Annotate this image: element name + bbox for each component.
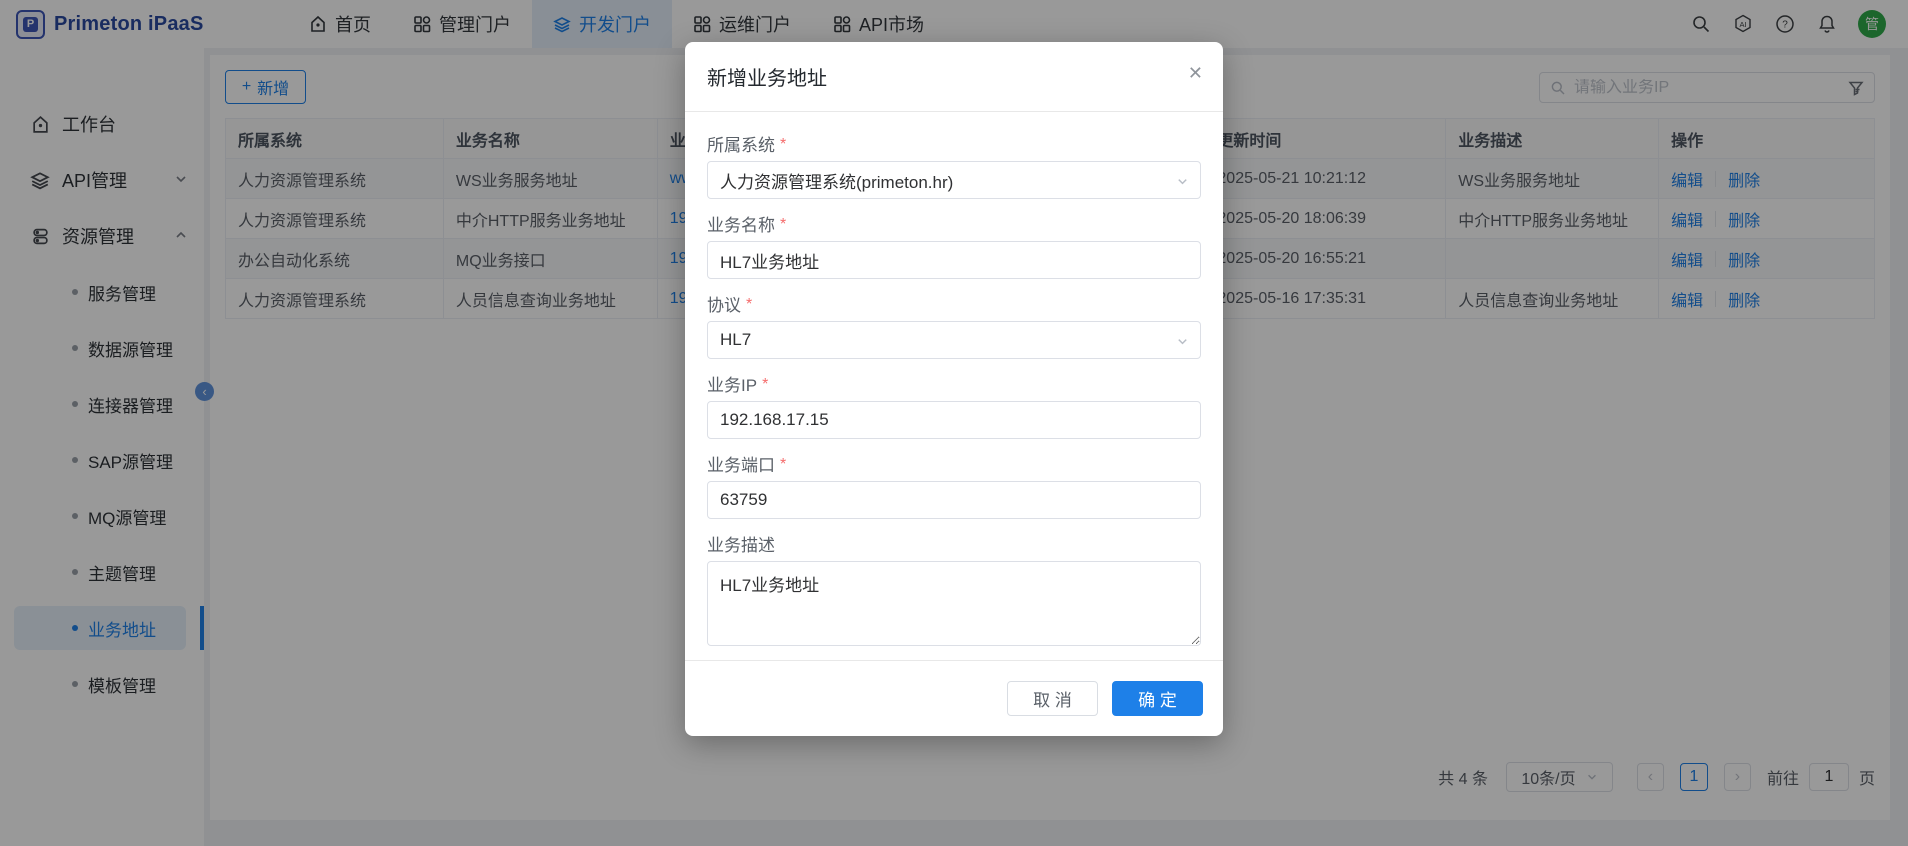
confirm-button[interactable]: 确 定 xyxy=(1112,681,1203,716)
required-mark: * xyxy=(780,456,786,474)
business-desc-textarea[interactable]: HL7业务地址 xyxy=(707,561,1201,646)
field-port: 业务端口 * xyxy=(707,453,1201,519)
business-ip-input[interactable] xyxy=(707,401,1201,439)
field-label: 协议 xyxy=(707,291,741,316)
dialog-header: 新增业务地址 ✕ xyxy=(685,42,1223,112)
business-name-input[interactable] xyxy=(707,241,1201,279)
system-select[interactable] xyxy=(707,161,1201,199)
field-label: 业务描述 xyxy=(707,531,775,556)
close-icon[interactable]: ✕ xyxy=(1188,64,1203,82)
dialog-title: 新增业务地址 xyxy=(707,62,827,91)
add-business-address-dialog: 新增业务地址 ✕ 所属系统 * 业务名称 * 协议 xyxy=(685,42,1223,736)
cancel-button[interactable]: 取 消 xyxy=(1007,681,1098,716)
required-mark: * xyxy=(780,216,786,234)
field-label: 业务IP xyxy=(707,371,757,396)
field-system: 所属系统 * xyxy=(707,133,1201,199)
field-label: 所属系统 xyxy=(707,131,775,156)
business-port-input[interactable] xyxy=(707,481,1201,519)
field-name: 业务名称 * xyxy=(707,213,1201,279)
field-label: 业务端口 xyxy=(707,451,775,476)
field-ip: 业务IP * xyxy=(707,373,1201,439)
dialog-footer: 取 消 确 定 xyxy=(685,660,1223,736)
dialog-body: 所属系统 * 业务名称 * 协议 * xyxy=(685,112,1223,651)
protocol-select[interactable] xyxy=(707,321,1201,359)
field-protocol: 协议 * xyxy=(707,293,1201,359)
field-desc: 业务描述 HL7业务地址 xyxy=(707,533,1201,651)
required-mark: * xyxy=(746,296,752,314)
required-mark: * xyxy=(762,376,768,394)
required-mark: * xyxy=(780,136,786,154)
field-label: 业务名称 xyxy=(707,211,775,236)
